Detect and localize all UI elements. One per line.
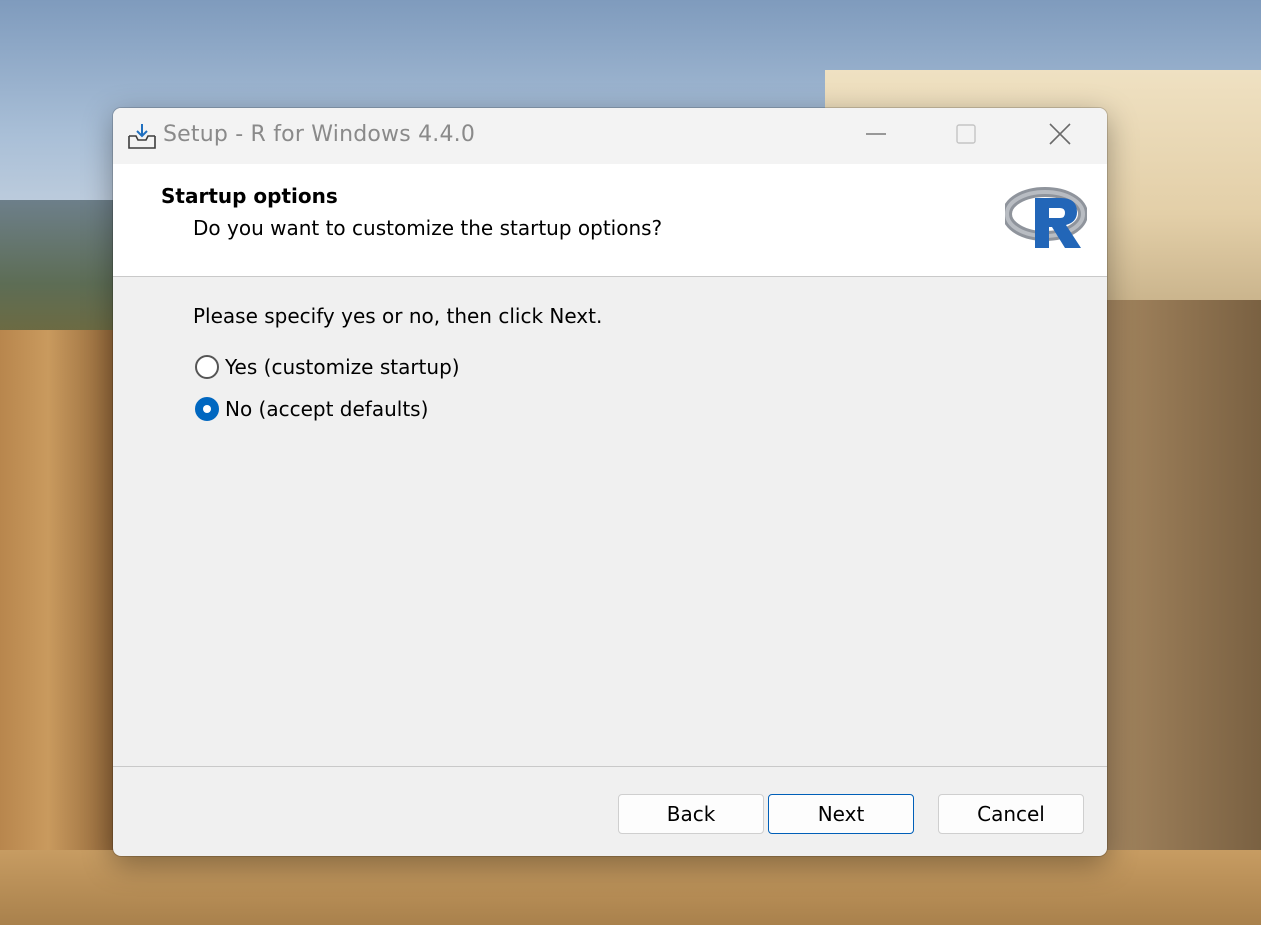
close-button[interactable] [1037, 116, 1083, 156]
close-icon [1048, 122, 1072, 150]
wizard-header: Startup options Do you want to customize… [113, 164, 1107, 277]
option-label: No (accept defaults) [225, 397, 429, 421]
minimize-button[interactable] [853, 116, 899, 156]
desktop-wallpaper-hills [0, 200, 120, 340]
cancel-button[interactable]: Cancel [938, 794, 1084, 834]
desktop-wallpaper-cliff-right [1105, 300, 1261, 925]
minimize-icon [865, 123, 887, 149]
setup-dialog: Setup - R for Windows 4.4.0 Startup opti… [113, 108, 1107, 856]
option-no-accept-defaults[interactable]: No (accept defaults) [195, 397, 428, 421]
page-subtitle: Do you want to customize the startup opt… [193, 216, 663, 240]
desktop-wallpaper-cliff-bottom [0, 850, 1261, 925]
option-label: Yes (customize startup) [225, 355, 460, 379]
setup-installer-icon [127, 122, 157, 150]
next-button[interactable]: Next [768, 794, 914, 834]
instructions-text: Please specify yes or no, then click Nex… [193, 304, 603, 328]
page-title: Startup options [161, 184, 338, 208]
footer-divider [113, 766, 1107, 767]
r-logo [1002, 184, 1088, 252]
title-bar[interactable]: Setup - R for Windows 4.4.0 [113, 108, 1107, 164]
desktop-wallpaper-cliff-left [0, 330, 120, 925]
option-yes-customize-startup[interactable]: Yes (customize startup) [195, 355, 460, 379]
maximize-button[interactable] [943, 116, 989, 156]
radio-button-checked[interactable] [195, 397, 219, 421]
window-title: Setup - R for Windows 4.4.0 [163, 122, 476, 147]
back-button[interactable]: Back [618, 794, 764, 834]
maximize-icon [955, 123, 977, 149]
radio-button-unchecked[interactable] [195, 355, 219, 379]
